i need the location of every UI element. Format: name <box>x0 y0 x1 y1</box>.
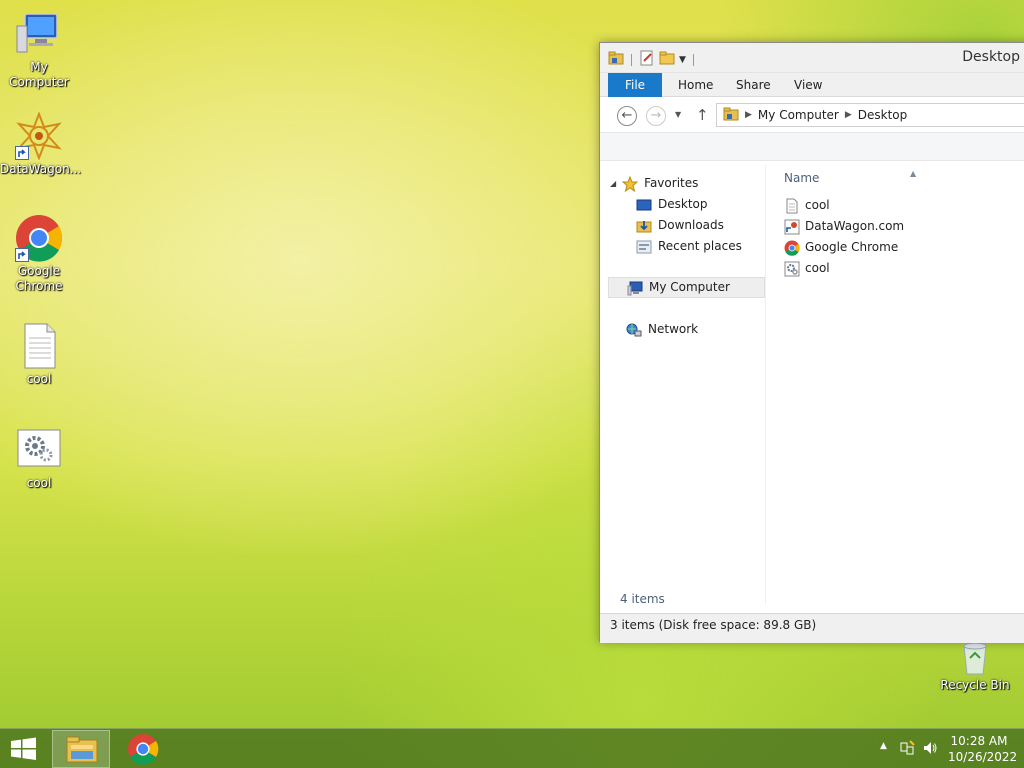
settings-file-icon <box>15 426 63 474</box>
shortcut-icon <box>784 219 800 235</box>
breadcrumb-separator-icon[interactable]: ▶ <box>745 110 752 120</box>
file-row[interactable]: DataWagon.com <box>784 216 904 237</box>
clock-time: 10:28 AM <box>950 734 1008 748</box>
quick-access-toolbar: ▼ <box>608 50 697 69</box>
start-button[interactable] <box>0 729 48 768</box>
computer-icon <box>15 10 63 58</box>
text-file-icon <box>15 322 63 370</box>
computer-icon <box>627 280 643 296</box>
desktop-icon-label: My Computer <box>9 60 69 89</box>
datawagon-icon <box>15 111 63 161</box>
file-name: Google Chrome <box>805 240 899 254</box>
desktop-icon-recycle-bin[interactable]: Recycle Bin <box>936 640 1014 693</box>
command-bar <box>600 133 1024 161</box>
nav-my-computer[interactable]: My Computer <box>608 277 765 298</box>
navigation-pane: ◢ Favorites Desktop Downloads Recent pla… <box>608 165 766 605</box>
desktop-icon-my-computer[interactable]: My Computer <box>0 10 78 90</box>
network-icon <box>626 322 642 338</box>
folder-icon <box>723 106 739 125</box>
nav-desktop[interactable]: Desktop <box>636 194 708 215</box>
downloads-icon <box>636 218 652 234</box>
shortcut-arrow-icon <box>15 146 29 160</box>
desktop-icon <box>636 197 652 213</box>
file-row[interactable]: Google Chrome <box>784 237 898 258</box>
desktop-icon-label: DataWagon... <box>0 162 82 176</box>
desktop-icon-label: cool <box>26 476 52 490</box>
nav-label: My Computer <box>649 280 730 294</box>
nav-recent-places[interactable]: Recent places <box>636 236 742 257</box>
file-name: DataWagon.com <box>805 219 905 233</box>
nav-label: Favorites <box>644 176 699 190</box>
clock-date: 10/26/2022 <box>948 750 1018 764</box>
nav-downloads[interactable]: Downloads <box>636 215 724 236</box>
desktop-icon-label: Google Chrome <box>15 264 63 293</box>
window-title: Desktop <box>962 49 1020 65</box>
desktop-icon-datawagon[interactable]: DataWagon... <box>0 111 82 177</box>
sort-ascending-icon: ▲ <box>910 169 917 178</box>
tab-file[interactable]: File <box>608 73 662 97</box>
file-row[interactable]: cool <box>784 258 830 279</box>
ribbon-tabs: File Home Share View <box>600 73 1024 97</box>
breadcrumb-desktop[interactable]: Desktop <box>858 108 908 122</box>
chrome-icon <box>128 734 159 765</box>
taskbar-google-chrome[interactable] <box>114 730 172 768</box>
properties-icon[interactable] <box>639 50 655 69</box>
nav-network[interactable]: Network <box>626 319 698 340</box>
file-name: cool <box>805 261 830 275</box>
nav-favorites[interactable]: ◢ Favorites <box>610 173 698 194</box>
file-explorer-icon <box>66 736 98 763</box>
desktop-icon-cool-settings[interactable]: cool <box>0 426 78 491</box>
status-bar: 3 items (Disk free space: 89.8 GB) <box>600 613 1024 643</box>
nav-label: Desktop <box>658 197 708 211</box>
nav-label: Recent places <box>658 239 742 253</box>
network-status-icon[interactable] <box>899 740 915 759</box>
recycle-bin-icon <box>958 640 992 676</box>
column-header-name[interactable]: Name ▲ <box>784 169 916 185</box>
system-tray: ▲ 10:28 AM 10/26/2022 <box>864 729 1024 768</box>
back-button[interactable]: ← <box>617 106 637 126</box>
chrome-icon <box>784 240 800 256</box>
desktop-icon-label: cool <box>26 372 52 386</box>
settings-file-icon <box>784 261 800 277</box>
file-row[interactable]: cool <box>784 195 830 216</box>
breadcrumb-my-computer[interactable]: My Computer <box>758 108 839 122</box>
tab-home[interactable]: Home <box>664 73 727 97</box>
show-hidden-icons-icon[interactable]: ▲ <box>880 741 887 751</box>
address-bar[interactable]: ▶ My Computer ▶ Desktop <box>716 103 1024 127</box>
breadcrumb-separator-icon[interactable]: ▶ <box>845 110 852 120</box>
text-file-icon <box>784 198 800 214</box>
new-folder-icon[interactable] <box>659 50 675 69</box>
desktop-icon-label: Recycle Bin <box>940 678 1010 692</box>
column-header-label: Name <box>784 171 820 185</box>
taskbar-file-explorer[interactable] <box>52 730 110 768</box>
folder-icon[interactable] <box>608 50 624 69</box>
expand-arrow-icon[interactable]: ◢ <box>610 173 616 194</box>
navigation-bar: ← → ▼ ↑ ▶ My Computer ▶ Desktop <box>600 97 1024 133</box>
taskbar: ▲ 10:28 AM 10/26/2022 <box>0 728 1024 768</box>
up-arrow-icon[interactable]: ↑ <box>696 106 709 124</box>
tab-share[interactable]: Share <box>722 73 785 97</box>
file-name: cool <box>805 198 830 212</box>
title-bar[interactable]: ▼ Desktop <box>600 43 1024 73</box>
recent-places-icon <box>636 239 652 255</box>
nav-label: Network <box>648 322 699 336</box>
desktop-icon-cool-text[interactable]: cool <box>0 322 78 387</box>
items-count: 4 items <box>620 592 665 606</box>
volume-icon[interactable] <box>922 740 938 759</box>
explorer-window[interactable]: ▼ Desktop File Home Share View ← → ▼ ↑ ▶… <box>599 42 1024 643</box>
windows-logo-icon <box>11 737 36 760</box>
customize-dropdown-icon[interactable]: ▼ <box>679 55 686 65</box>
star-icon <box>621 175 639 192</box>
recent-locations-dropdown-icon[interactable]: ▼ <box>675 110 681 119</box>
clock[interactable]: 10:28 AM 10/26/2022 <box>948 733 1018 765</box>
shortcut-arrow-icon <box>15 248 29 262</box>
desktop-icon-google-chrome[interactable]: Google Chrome <box>0 214 78 294</box>
nav-label: Downloads <box>658 218 724 232</box>
chrome-icon <box>15 214 63 262</box>
file-list: Name ▲ cool DataWagon.com Google Chrome <box>778 165 1024 605</box>
forward-button[interactable]: → <box>646 106 666 126</box>
tab-view[interactable]: View <box>780 73 836 97</box>
